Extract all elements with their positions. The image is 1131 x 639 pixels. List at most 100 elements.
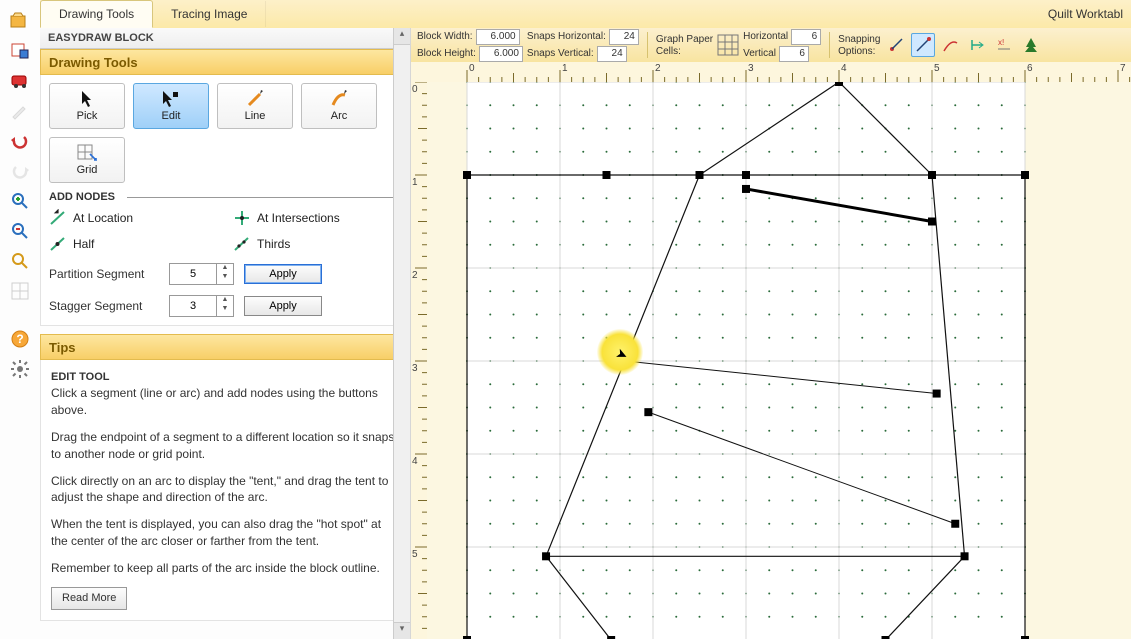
tool-arc[interactable]: Arc [301,83,377,129]
tool-label: Edit [162,110,181,122]
zoom-out-icon[interactable] [4,218,36,244]
opt-thirds[interactable]: Thirds [233,235,401,253]
ruler-horizontal: 0 1 2 3 4 5 6 7 [427,62,1131,83]
grid-toggle-icon[interactable] [4,278,36,304]
tips-heading: EDIT TOOL [51,370,399,385]
section-title-label: Tips [49,340,76,355]
tips-paragraph: Click directly on an arc to display the … [51,473,399,507]
open-icon[interactable] [4,8,36,34]
tips-paragraph: Remember to keep all parts of the arc in… [51,560,399,577]
side-panel: EASYDRAW BLOCK Drawing Tools ▾ Pick Edit… [40,28,411,639]
svg-text:4: 4 [412,456,418,467]
read-more-button[interactable]: Read More [51,587,127,610]
svg-text:7: 7 [1120,63,1126,74]
tree-icon[interactable] [1019,33,1043,57]
tab-tracing-image[interactable]: Tracing Image [153,1,266,27]
opt-label: At Intersections [257,211,340,225]
section-drawing-tools[interactable]: Drawing Tools ▾ [40,49,410,75]
snap-clear-icon[interactable]: x! [992,33,1016,57]
tool-pick[interactable]: Pick [49,83,125,129]
lbl-graph-paper: Graph Paper [656,34,713,45]
stagger-apply-button[interactable]: Apply [244,296,322,316]
opt-label: Half [73,237,94,251]
lbl-block-height: Block Height: [417,48,476,59]
tool-grid[interactable]: Grid [49,137,125,183]
partition-value[interactable] [169,263,217,285]
lbl-grid-v: Vertical [743,48,776,59]
svg-text:0: 0 [469,63,475,74]
settings-icon[interactable] [4,356,36,382]
panel-scrollbar[interactable]: ▴▾ [393,28,411,639]
opt-label: Thirds [257,237,290,251]
lbl-snaps-h: Snaps Horizontal: [527,31,606,42]
svg-text:3: 3 [748,63,754,74]
tips-paragraph: When the tent is displayed, you can also… [51,516,399,550]
tool-line[interactable]: Line [217,83,293,129]
svg-text:1: 1 [562,63,568,74]
svg-text:3: 3 [412,363,418,374]
tool-label: Arc [331,110,348,122]
tool-label: Grid [77,164,98,176]
redo-icon[interactable] [4,158,36,184]
val-snaps-v[interactable]: 24 [597,46,627,62]
help-icon[interactable]: ? [4,326,36,352]
section-tips[interactable]: Tips ▾ [40,334,410,360]
undo-icon[interactable] [4,128,36,154]
graph-grid-icon[interactable] [717,34,739,56]
svg-text:?: ? [16,332,23,346]
add-block-icon[interactable] [4,38,36,64]
panel-header: EASYDRAW BLOCK [40,28,410,49]
tips-paragraph: Click a segment (line or arc) and add no… [51,385,399,419]
svg-text:4: 4 [841,63,847,74]
drawing-canvas[interactable]: ➤ [427,82,1131,639]
partition-label: Partition Segment [49,267,159,281]
tab-quilt-worktable[interactable]: Quilt Worktabl [1048,7,1131,21]
tips-paragraph: Drag the endpoint of a segment to a diff… [51,429,399,463]
stagger-spinner[interactable]: ▲▼ [217,295,234,317]
tool-label: Line [245,110,266,122]
opt-at-intersections[interactable]: At Intersections [233,209,401,227]
tab-drawing-tools[interactable]: Drawing Tools [40,0,153,28]
val-block-width[interactable]: 6.000 [476,29,520,45]
val-grid-v[interactable]: 6 [779,46,809,62]
val-block-height[interactable]: 6.000 [479,46,523,62]
svg-text:x!: x! [998,38,1004,47]
ruler-corner [411,62,428,83]
opt-half[interactable]: Half [49,235,217,253]
svg-text:5: 5 [412,549,418,560]
tool-label: Pick [77,110,98,122]
left-icon-bar: ? [0,0,41,639]
lbl-snaps-v: Snaps Vertical: [527,48,594,59]
val-snaps-h[interactable]: 24 [609,29,639,45]
snap-grid-icon[interactable] [911,33,935,57]
section-title-label: Drawing Tools [49,55,138,70]
snap-edge-icon[interactable] [938,33,962,57]
partition-spinner[interactable]: ▲▼ [217,263,234,285]
pencil-icon[interactable] [4,98,36,124]
lbl-options: Options: [838,46,875,57]
lbl-snapping: Snapping [838,34,880,45]
svg-text:5: 5 [934,63,940,74]
svg-text:6: 6 [1027,63,1033,74]
opt-at-location[interactable]: At Location [49,209,217,227]
add-nodes-header: ADD NODES [49,191,401,203]
drawing-area: Block Width:6.000 Block Height:6.000 Sna… [411,28,1131,639]
tips-content: EDIT TOOL Click a segment (line or arc) … [40,360,410,621]
tool-row: Pick Edit Line Arc Grid [49,83,401,183]
svg-text:2: 2 [412,270,418,281]
svg-text:2: 2 [655,63,661,74]
snap-offset-icon[interactable] [965,33,989,57]
val-grid-h[interactable]: 6 [791,29,821,45]
lbl-grid-h: Horizontal [743,31,788,42]
zoom-fit-icon[interactable] [4,248,36,274]
zoom-in-icon[interactable] [4,188,36,214]
snap-node-icon[interactable] [884,33,908,57]
app-tab-bar: Drawing Tools Tracing Image Quilt Workta… [40,0,1131,29]
stagger-label: Stagger Segment [49,299,159,313]
lbl-block-width: Block Width: [417,31,473,42]
block-info-bar: Block Width:6.000 Block Height:6.000 Sna… [411,28,1131,63]
stagger-value[interactable] [169,295,217,317]
bus-icon[interactable] [4,68,36,94]
tool-edit[interactable]: Edit [133,83,209,129]
partition-apply-button[interactable]: Apply [244,264,322,284]
